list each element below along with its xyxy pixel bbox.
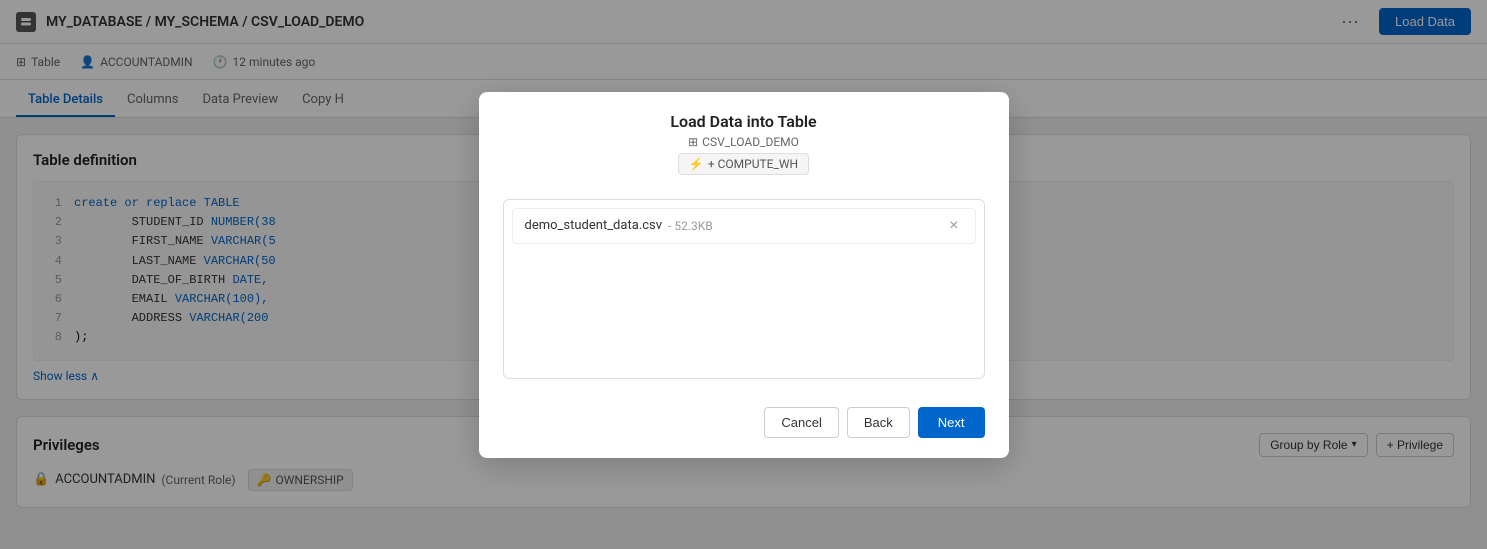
warehouse-label: + COMPUTE_WH: [708, 157, 798, 171]
file-name: demo_student_data.csv: [525, 218, 663, 233]
file-remove-button[interactable]: ×: [945, 217, 962, 235]
file-size: - 52.3KB: [668, 219, 713, 233]
file-info: demo_student_data.csv - 52.3KB: [525, 218, 713, 233]
cancel-button[interactable]: Cancel: [764, 407, 838, 438]
table-small-icon: ⊞: [688, 135, 698, 149]
modal-body: demo_student_data.csv - 52.3KB ×: [479, 183, 1009, 395]
next-button[interactable]: Next: [918, 407, 985, 438]
back-button[interactable]: Back: [847, 407, 910, 438]
modal-dialog: Load Data into Table ⊞ CSV_LOAD_DEMO ⚡ +…: [479, 92, 1009, 458]
warehouse-icon: ⚡: [689, 157, 704, 171]
modal-header: Load Data into Table ⊞ CSV_LOAD_DEMO ⚡ +…: [479, 92, 1009, 183]
modal-warehouse: ⚡ + COMPUTE_WH: [503, 153, 985, 175]
modal-title: Load Data into Table: [503, 112, 985, 131]
modal-subtitle: ⊞ CSV_LOAD_DEMO: [503, 135, 985, 149]
warehouse-badge: ⚡ + COMPUTE_WH: [678, 153, 809, 175]
file-upload-area[interactable]: demo_student_data.csv - 52.3KB ×: [503, 199, 985, 379]
modal-footer: Cancel Back Next: [479, 395, 1009, 458]
modal-overlay[interactable]: Load Data into Table ⊞ CSV_LOAD_DEMO ⚡ +…: [0, 0, 1487, 549]
modal-table-name: CSV_LOAD_DEMO: [702, 135, 799, 149]
file-item: demo_student_data.csv - 52.3KB ×: [512, 208, 976, 244]
